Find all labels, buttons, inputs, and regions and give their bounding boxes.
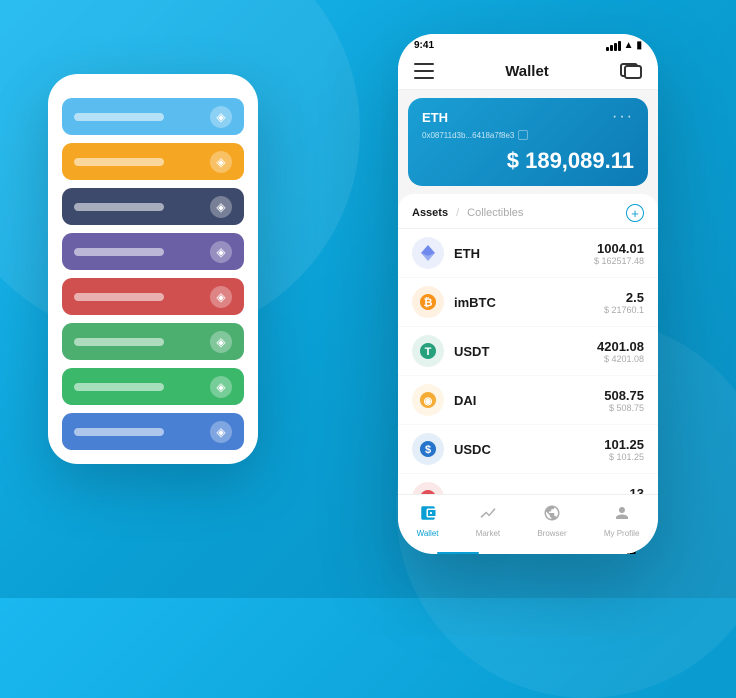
svg-text:₿: ₿ — [424, 297, 433, 309]
asset-amount: 101.25 — [604, 437, 644, 452]
asset-usd: $ 162517.48 — [594, 256, 644, 266]
status-time: 9:41 — [414, 40, 434, 51]
battery-icon: ▮ — [636, 40, 642, 51]
asset-row[interactable]: $ USDC 101.25 $ 101.25 — [398, 425, 658, 474]
asset-usd: $ 101.25 — [604, 452, 644, 462]
tab-separator: / — [456, 207, 459, 219]
asset-usd: $ 21760.1 — [604, 305, 644, 315]
switch-icon[interactable] — [620, 63, 642, 79]
wallet-item-label — [74, 338, 164, 346]
wallet-item-icon: ◈ — [210, 106, 232, 128]
asset-icon-usdt: T — [412, 335, 444, 367]
wallet-item-label — [74, 248, 164, 256]
nav-bar: Wallet — [398, 55, 658, 90]
wallet-item-icon: ◈ — [210, 241, 232, 263]
wallet-item-icon: ◈ — [210, 421, 232, 443]
svg-text:$: $ — [425, 444, 431, 456]
eth-card-address: 0x08711d3b...6418a7f8e3 — [422, 130, 634, 140]
tab-label-market: Market — [476, 529, 500, 538]
wallet-item-label — [74, 428, 164, 436]
wifi-icon: ▲ — [624, 40, 634, 51]
asset-amounts-usdc: 101.25 $ 101.25 — [604, 437, 644, 462]
asset-icon-dai: ◉ — [412, 384, 444, 416]
asset-row[interactable]: T USDT 4201.08 $ 4201.08 — [398, 327, 658, 376]
eth-card-header: ETH ··· — [422, 108, 634, 126]
svg-text:T: T — [425, 346, 432, 358]
asset-icon-imbtc: ₿ — [412, 286, 444, 318]
asset-row[interactable]: ◉ DAI 508.75 $ 508.75 — [398, 376, 658, 425]
wallet-list-item[interactable]: ◈ — [62, 143, 244, 180]
tab-bar: Wallet Market Browser My Profile — [398, 494, 658, 554]
wallet-item-label — [74, 203, 164, 211]
eth-card-balance: $ 189,089.11 — [422, 148, 634, 174]
wallet-item-label — [74, 293, 164, 301]
tab-collectibles[interactable]: Collectibles — [467, 207, 523, 219]
wallet-item-label — [74, 158, 164, 166]
asset-amounts-eth: 1004.01 $ 162517.48 — [594, 241, 644, 266]
tab-icon-market — [479, 504, 497, 527]
eth-card-menu[interactable]: ··· — [612, 108, 634, 126]
asset-amount: 4201.08 — [597, 339, 644, 354]
asset-name-dai: DAI — [454, 393, 604, 408]
wallet-list-item[interactable]: ◈ — [62, 98, 244, 135]
menu-icon[interactable] — [414, 61, 434, 81]
nav-title: Wallet — [505, 63, 549, 80]
asset-amount: 508.75 — [604, 388, 644, 403]
asset-name-usdt: USDT — [454, 344, 597, 359]
asset-amount: 1004.01 — [594, 241, 644, 256]
tab-assets[interactable]: Assets — [412, 207, 448, 219]
tab-label-browser: Browser — [537, 529, 566, 538]
eth-card-name: ETH — [422, 110, 448, 125]
signal-icon — [606, 41, 621, 51]
assets-tabs: Assets / Collectibles — [412, 207, 523, 219]
tab-label-my profile: My Profile — [604, 529, 640, 538]
wallet-item-label — [74, 113, 164, 121]
scene: ◈ ◈ ◈ ◈ ◈ ◈ ◈ ◈ 9:41 — [18, 14, 718, 584]
tab-icon-my profile — [613, 504, 631, 527]
wallet-list-item[interactable]: ◈ — [62, 323, 244, 360]
tab-my-profile[interactable]: My Profile — [604, 504, 640, 538]
wallet-item-icon: ◈ — [210, 286, 232, 308]
add-asset-button[interactable]: + — [626, 204, 644, 222]
asset-icon-eth — [412, 237, 444, 269]
asset-amounts-imbtc: 2.5 $ 21760.1 — [604, 290, 644, 315]
asset-name-imbtc: imBTC — [454, 295, 604, 310]
wallet-item-icon: ◈ — [210, 331, 232, 353]
wallet-list-item[interactable]: ◈ — [62, 278, 244, 315]
wallet-list-item[interactable]: ◈ — [62, 368, 244, 405]
asset-amounts-usdt: 4201.08 $ 4201.08 — [597, 339, 644, 364]
tab-icon-browser — [543, 504, 561, 527]
wallet-item-icon: ◈ — [210, 151, 232, 173]
status-bar: 9:41 ▲ ▮ — [398, 34, 658, 55]
tab-browser[interactable]: Browser — [537, 504, 566, 538]
assets-header: Assets / Collectibles + — [398, 194, 658, 229]
copy-address-icon[interactable] — [518, 130, 528, 140]
phone-front: 9:41 ▲ ▮ Wallet ETH — [398, 34, 658, 554]
wallet-list-item[interactable]: ◈ — [62, 233, 244, 270]
asset-usd: $ 508.75 — [604, 403, 644, 413]
asset-amounts-dai: 508.75 $ 508.75 — [604, 388, 644, 413]
wallet-item-icon: ◈ — [210, 196, 232, 218]
asset-icon-usdc: $ — [412, 433, 444, 465]
asset-name-eth: ETH — [454, 246, 594, 261]
wallet-list-item[interactable]: ◈ — [62, 188, 244, 225]
active-tab-indicator — [437, 552, 479, 554]
asset-list: ETH 1004.01 $ 162517.48 ₿ imBTC 2.5 $ 21… — [398, 229, 658, 523]
tab-wallet[interactable]: Wallet — [417, 504, 439, 538]
phone-back: ◈ ◈ ◈ ◈ ◈ ◈ ◈ ◈ — [48, 74, 258, 464]
asset-usd: $ 4201.08 — [597, 354, 644, 364]
tab-market[interactable]: Market — [476, 504, 500, 538]
wallet-list-item[interactable]: ◈ — [62, 413, 244, 450]
tab-icon-wallet — [419, 504, 437, 527]
eth-card: ETH ··· 0x08711d3b...6418a7f8e3 $ 189,08… — [408, 98, 648, 186]
wallet-item-label — [74, 383, 164, 391]
asset-row[interactable]: ₿ imBTC 2.5 $ 21760.1 — [398, 278, 658, 327]
wallet-item-icon: ◈ — [210, 376, 232, 398]
status-icons: ▲ ▮ — [606, 40, 642, 51]
tab-label-wallet: Wallet — [417, 529, 439, 538]
svg-text:◉: ◉ — [424, 396, 433, 407]
asset-amount: 2.5 — [604, 290, 644, 305]
asset-row[interactable]: ETH 1004.01 $ 162517.48 — [398, 229, 658, 278]
asset-name-usdc: USDC — [454, 442, 604, 457]
